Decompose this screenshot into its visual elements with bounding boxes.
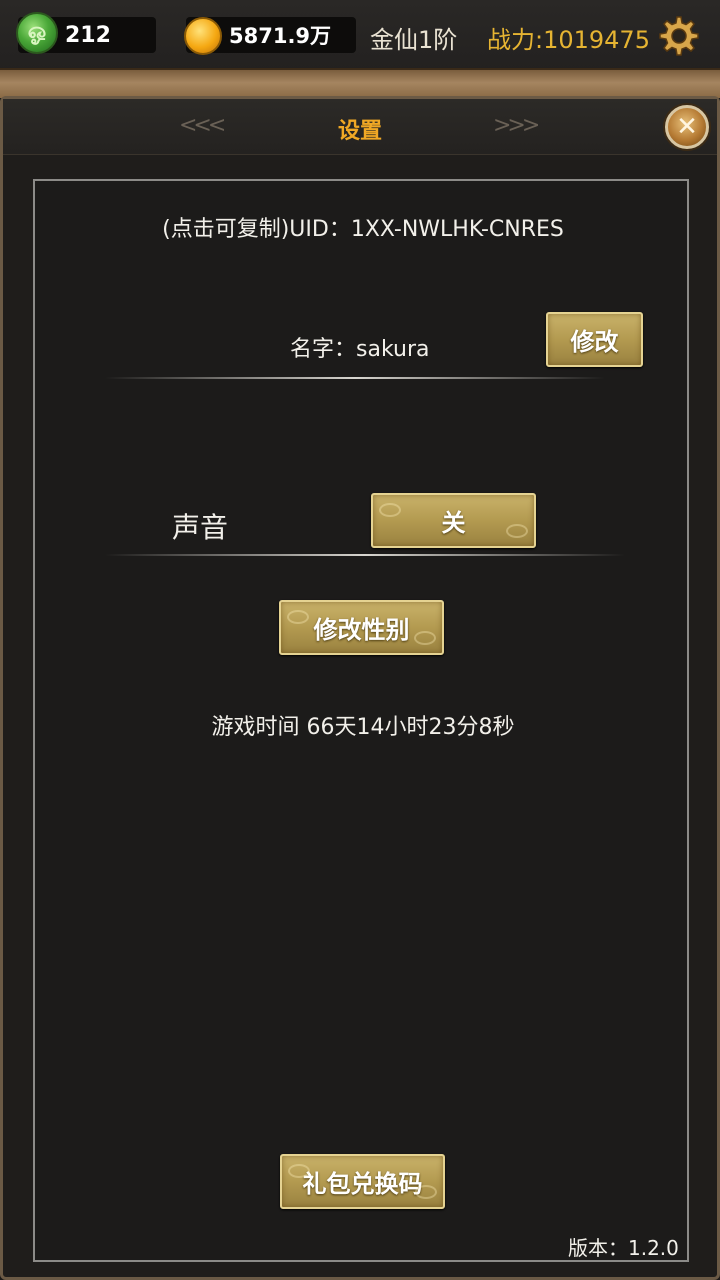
player-name: 名字：sakura (290, 337, 430, 362)
settings-panel: (点击可复制)UID：1XX-NWLHK-CNRES 名字：sakura 修改 … (33, 179, 689, 1262)
cloud-ornament (415, 1185, 437, 1199)
title-ornament-right: >>> (493, 113, 540, 138)
settings-dialog: <<< 设置 >>> ✕ (点击可复制)UID：1XX-NWLHK-CNRES … (0, 96, 720, 1280)
cloud-ornament (506, 524, 528, 538)
modify-gender-button[interactable]: 修改性别 (279, 600, 444, 655)
modify-name-button[interactable]: 修改 (546, 312, 643, 367)
app-root: 212 ஓ 5871.9万 金仙1阶 战力:1019475 <<< 设置 >>>… (0, 0, 720, 1280)
uid-copy-text[interactable]: (点击可复制)UID：1XX-NWLHK-CNRES (35, 211, 691, 243)
sound-label: 声音 (172, 511, 229, 544)
resource-bar: 212 ஓ 5871.9万 金仙1阶 战力:1019475 (0, 0, 720, 70)
version-text: 版本：1.2.0 (568, 1236, 679, 1260)
sound-toggle-label: 关 (441, 509, 466, 537)
dialog-header: <<< 设置 >>> ✕ (3, 99, 717, 155)
gift-code-label: 礼包兑换码 (302, 1170, 423, 1198)
gold-coin-icon (184, 17, 222, 55)
dialog-title: 设置 (337, 119, 382, 144)
cloud-ornament (287, 610, 309, 624)
close-button[interactable]: ✕ (665, 105, 709, 149)
gift-code-button[interactable]: 礼包兑换码 (280, 1154, 445, 1209)
divider (105, 554, 625, 556)
gold-amount: 5871.9万 (229, 24, 332, 48)
combat-power: 战力:1019475 (487, 26, 650, 54)
gear-icon[interactable] (657, 14, 701, 58)
modify-name-label: 修改 (570, 328, 619, 356)
jade-icon: ஓ (16, 12, 58, 54)
divider (105, 377, 605, 379)
cloud-ornament (288, 1164, 310, 1178)
modify-gender-label: 修改性别 (313, 616, 410, 644)
rank-label: 金仙1阶 (370, 26, 458, 54)
header-strip (0, 68, 720, 98)
close-icon: ✕ (676, 112, 698, 142)
sound-toggle-button[interactable]: 关 (371, 493, 536, 548)
cloud-ornament (379, 503, 401, 517)
cloud-ornament (414, 631, 436, 645)
play-time-text: 游戏时间 66天14小时23分8秒 (211, 715, 515, 740)
jade-count: 212 (65, 22, 111, 48)
